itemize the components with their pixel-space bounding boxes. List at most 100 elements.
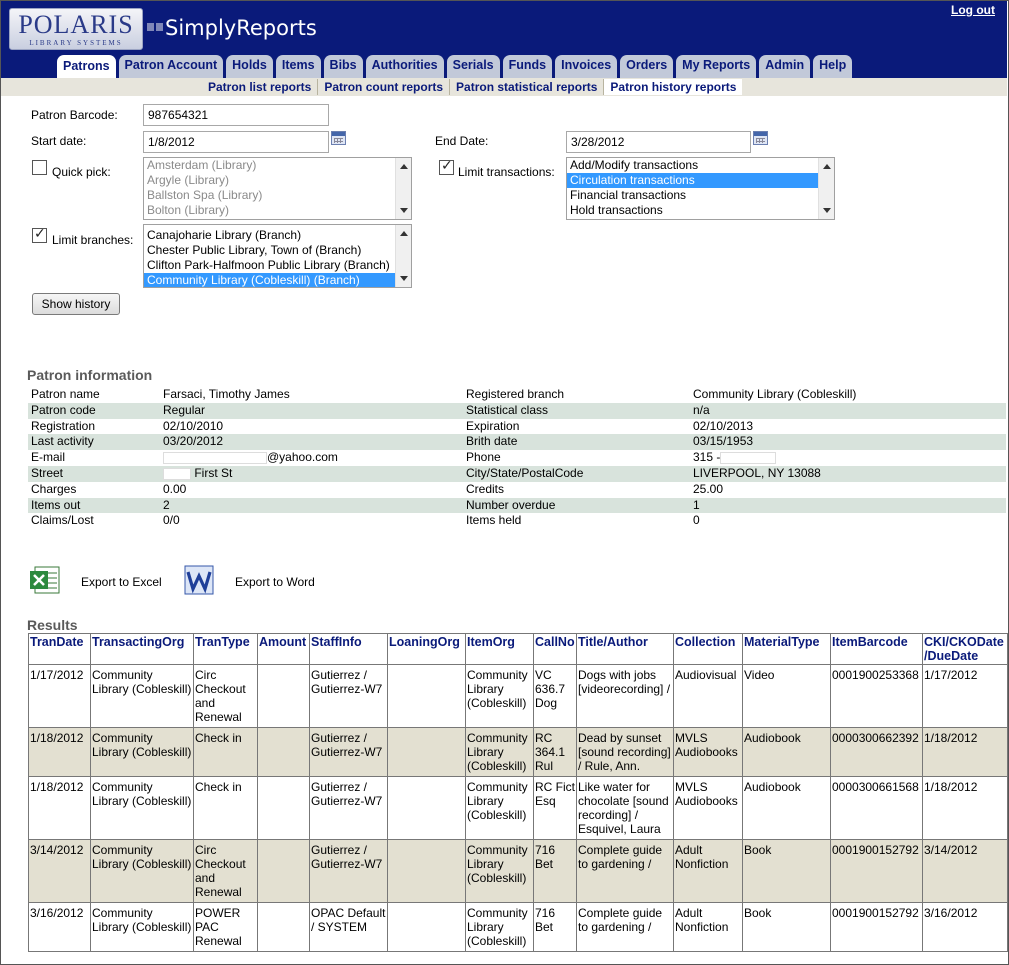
scroll-up-arrow-icon[interactable]	[400, 231, 408, 236]
tab-holds[interactable]: Holds	[226, 55, 273, 78]
column-header-itembarcode[interactable]: ItemBarcode	[830, 633, 923, 665]
cell-callno: VC 636.7 Dog	[533, 664, 577, 728]
limit-transactions-checkbox[interactable]	[439, 158, 454, 175]
table-row: 1/18/2012 Community Library (Cobleskill) C…	[28, 776, 1008, 840]
cell-loaningorg	[387, 839, 466, 903]
list-item[interactable]: Chester Public Library, Town of (Branch)	[144, 243, 411, 258]
tab-items[interactable]: Items	[275, 55, 321, 78]
patron-info-row: Items out 2 Number overdue 1	[28, 497, 1006, 514]
quick-pick-listbox[interactable]: Amsterdam (Library) Argyle (Library) Bal…	[143, 157, 412, 220]
tab-patrons[interactable]: Patrons	[57, 55, 116, 78]
cell-trantype: Check in	[193, 776, 258, 840]
sub-navigation: Patron list reports Patron count reports…	[1, 78, 1007, 96]
export-word-link[interactable]: Export to Word	[235, 575, 315, 589]
patron-barcode-input[interactable]	[143, 104, 329, 126]
subnav-patron-history-reports[interactable]: Patron history reports	[604, 79, 743, 95]
excel-icon[interactable]	[29, 564, 61, 596]
cell-amount	[257, 664, 310, 728]
column-header-materialtype[interactable]: MaterialType	[742, 633, 831, 665]
tab-bibs[interactable]: Bibs	[323, 55, 363, 78]
calendar-icon[interactable]	[331, 131, 346, 145]
word-icon[interactable]	[183, 564, 215, 596]
show-history-button[interactable]: Show history	[32, 293, 120, 315]
column-header-title-author[interactable]: Title/Author	[576, 633, 674, 665]
list-item[interactable]: Clifton Park-Halfmoon Public Library (Br…	[144, 258, 411, 273]
scroll-down-arrow-icon[interactable]	[400, 276, 408, 281]
list-item-selected[interactable]: Community Library (Cobleskill) (Branch)	[144, 273, 411, 287]
tab-funds[interactable]: Funds	[502, 55, 553, 78]
tab-authorities[interactable]: Authorities	[365, 55, 444, 78]
end-date-input[interactable]	[566, 131, 751, 153]
logo-tagline: LIBRARY SYSTEMS	[29, 39, 123, 47]
column-header-trantype[interactable]: TranType	[193, 633, 258, 665]
calendar-icon[interactable]	[753, 131, 768, 145]
scrollbar[interactable]	[818, 158, 834, 219]
tab-invoices[interactable]: Invoices	[555, 55, 618, 78]
cell-itembarcode: 0000300662392	[830, 727, 923, 777]
subnav-patron-list-reports[interactable]: Patron list reports	[202, 79, 319, 95]
tab-my-reports[interactable]: My Reports	[676, 55, 757, 78]
list-item[interactable]: Argyle (Library)	[144, 173, 411, 188]
scroll-up-arrow-icon[interactable]	[400, 164, 408, 169]
column-header-loaningorg[interactable]: LoaningOrg	[387, 633, 466, 665]
list-item[interactable]: Add/Modify transactions	[567, 158, 834, 173]
list-item[interactable]: Canajoharie Library (Branch)	[144, 228, 411, 243]
scrollbar[interactable]	[395, 225, 411, 287]
cell-transactingorg: Community Library (Cobleskill)	[90, 727, 194, 777]
scroll-up-arrow-icon[interactable]	[823, 164, 831, 169]
field-label: Brith date	[466, 434, 518, 449]
field-label: Street	[31, 465, 64, 480]
transactions-listbox[interactable]: Add/Modify transactions Circulation tran…	[566, 157, 835, 220]
quick-pick-label: Quick pick:	[52, 165, 111, 179]
scroll-down-arrow-icon[interactable]	[400, 208, 408, 213]
logout-link[interactable]: Log out	[951, 3, 995, 17]
list-item[interactable]: Amsterdam (Library)	[144, 158, 411, 173]
branches-listbox[interactable]: Canajoharie Library (Branch) Chester Pub…	[143, 224, 412, 288]
column-header-duedate[interactable]: CKI/CKODate /DueDate	[922, 633, 1008, 665]
redacted-text	[163, 467, 191, 480]
column-header-trandate[interactable]: TranDate	[28, 633, 91, 665]
column-header-staffinfo[interactable]: StaffInfo	[309, 633, 388, 665]
column-header-callno[interactable]: CallNo	[533, 633, 577, 665]
limit-transactions-label: Limit transactions:	[458, 165, 555, 179]
column-header-itemorg[interactable]: ItemOrg	[465, 633, 534, 665]
column-header-transactingorg[interactable]: TransactingOrg	[90, 633, 194, 665]
list-item[interactable]: Financial transactions	[567, 188, 834, 203]
cell-collection: Adult Nonfiction	[673, 902, 743, 952]
subnav-patron-statistical-reports[interactable]: Patron statistical reports	[450, 79, 605, 95]
scrollbar[interactable]	[395, 158, 411, 219]
patron-info-row: Charges 0.00 Credits 25.00	[28, 482, 1006, 498]
field-value: 25.00	[693, 481, 724, 496]
cell-itembarcode: 0001900253368	[830, 664, 923, 728]
field-value: n/a	[693, 402, 710, 417]
redacted-text	[720, 452, 777, 465]
cell-loaningorg	[387, 727, 466, 777]
tab-patron-account[interactable]: Patron Account	[118, 55, 224, 78]
tab-admin[interactable]: Admin	[759, 55, 811, 78]
start-date-input[interactable]	[143, 131, 329, 153]
list-item-selected[interactable]: Circulation transactions	[567, 173, 834, 188]
tab-orders[interactable]: Orders	[620, 55, 674, 78]
cell-title-author: Dead by sunset [sound recording] / Rule,…	[576, 727, 674, 777]
field-label: Last activity	[31, 434, 94, 449]
limit-branches-checkbox[interactable]	[32, 226, 47, 243]
field-value: Community Library (Cobleskill)	[693, 387, 857, 401]
quick-pick-checkbox[interactable]	[32, 160, 47, 175]
export-excel-link[interactable]: Export to Excel	[81, 575, 162, 589]
column-header-collection[interactable]: Collection	[673, 633, 743, 665]
subnav-patron-count-reports[interactable]: Patron count reports	[318, 79, 451, 95]
list-item[interactable]: Hold transactions	[567, 203, 834, 218]
list-item[interactable]: Ballston Spa (Library)	[144, 188, 411, 203]
redacted-text	[163, 452, 267, 465]
tab-help[interactable]: Help	[813, 55, 853, 78]
patron-info-row: Patron code Regular Statistical class n/…	[28, 402, 1006, 419]
cell-itemorg: Community Library (Cobleskill)	[465, 839, 534, 903]
column-header-amount[interactable]: Amount	[257, 633, 310, 665]
scroll-down-arrow-icon[interactable]	[823, 208, 831, 213]
list-item[interactable]: Bolton (Library)	[144, 203, 411, 218]
cell-loaningorg	[387, 776, 466, 840]
tab-serials[interactable]: Serials	[446, 55, 500, 78]
limit-branches-label: Limit branches:	[52, 233, 134, 247]
cell-itembarcode: 0001900152792	[830, 839, 923, 903]
table-row: 3/16/2012 Community Library (Cobleskill) P…	[28, 902, 1008, 952]
